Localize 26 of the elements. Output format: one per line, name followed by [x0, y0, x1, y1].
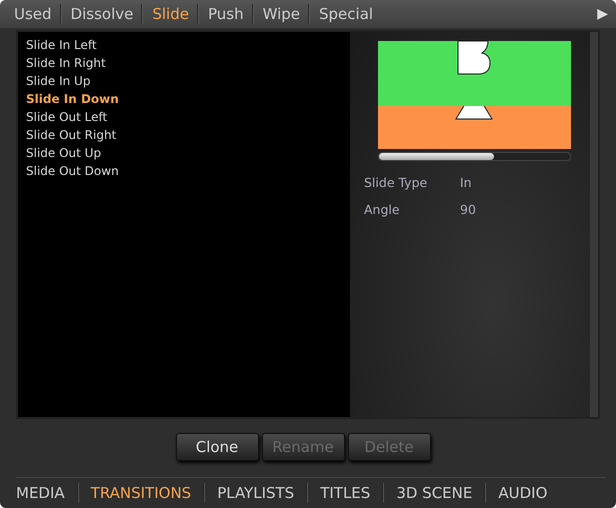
section-tab[interactable]: MEDIA: [16, 484, 65, 502]
tab[interactable]: Used: [14, 4, 60, 23]
property-value[interactable]: In: [460, 174, 472, 190]
tab[interactable]: Slide: [152, 4, 197, 23]
transition-item[interactable]: Slide Out Up: [26, 144, 102, 162]
action-button[interactable]: Clone: [176, 433, 258, 462]
transition-item[interactable]: Slide In Right: [26, 54, 106, 72]
next-tab-arrow[interactable]: ▶: [597, 6, 608, 22]
transition-item[interactable]: Slide Out Right: [26, 126, 116, 144]
section-tab[interactable]: AUDIO: [498, 484, 548, 502]
property-label: Slide Type: [364, 174, 428, 190]
section-tab[interactable]: 3D SCENE: [396, 484, 472, 502]
property-label: Angle: [364, 202, 401, 217]
section-tab[interactable]: TRANSITIONS: [90, 484, 192, 502]
transition-item[interactable]: Slide Out Left: [26, 108, 108, 126]
tab[interactable]: Special: [319, 4, 382, 23]
transition-item[interactable]: Slide In Down: [26, 90, 119, 108]
transition-item[interactable]: Slide Out Down: [26, 162, 119, 180]
tab[interactable]: Dissolve: [70, 4, 142, 23]
transition-item[interactable]: Slide In Up: [26, 72, 90, 90]
property-value[interactable]: 90: [460, 202, 476, 217]
tab[interactable]: Push: [208, 4, 252, 23]
transition-item[interactable]: Slide In Left: [26, 36, 97, 54]
tab[interactable]: Wipe: [262, 4, 308, 23]
section-tab[interactable]: PLAYLISTS: [217, 484, 294, 502]
section-tab[interactable]: TITLES: [320, 484, 370, 502]
